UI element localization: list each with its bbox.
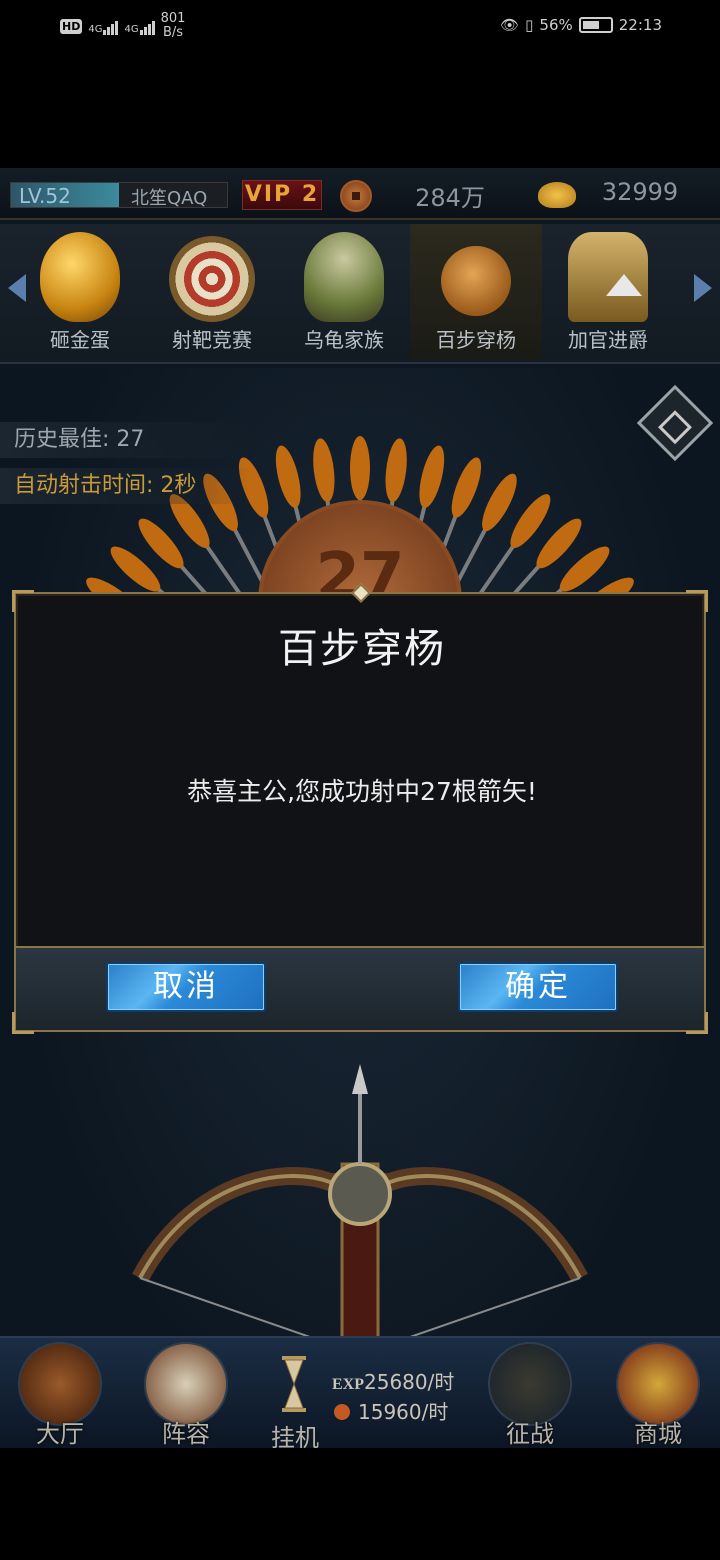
hd-icon: HD xyxy=(60,18,83,34)
level-box: LV.52 北笙QAQ xyxy=(10,182,228,209)
event-target-contest[interactable]: 射靶竞赛 xyxy=(146,224,278,360)
dialog-title: 百步穿杨 xyxy=(278,626,446,672)
coin-icon xyxy=(334,1404,350,1420)
player-bar: LV.52 北笙QAQ VIP 2 284万 32999 xyxy=(0,168,720,220)
status-right: 👁 ▯ 56% 22:13 xyxy=(500,16,662,34)
dialog-footer: 取消 确定 xyxy=(16,946,704,1030)
event-label: 百步穿杨 xyxy=(436,328,516,352)
nav-hall[interactable]: 大厅 xyxy=(8,1342,112,1448)
player-name: 北笙QAQ xyxy=(131,188,208,209)
status-left: HD 4G 4G 801 B/s xyxy=(60,12,185,40)
turtle-icon xyxy=(304,232,384,322)
nav-label: 大厅 xyxy=(36,1420,84,1448)
arrow-fletching xyxy=(451,457,482,518)
arrow-fletching xyxy=(313,438,335,502)
event-smash-egg[interactable]: 砸金蛋 xyxy=(14,224,146,360)
result-dialog: 百步穿杨 恭喜主公,您成功射中27根箭矢! 取消 确定 xyxy=(12,583,708,1034)
nav-label: 挂机 xyxy=(271,1424,319,1448)
carousel-right-icon[interactable] xyxy=(694,274,712,302)
vibrate-icon: ▯ xyxy=(525,16,534,34)
nav-label: 阵容 xyxy=(162,1420,210,1448)
gold-rate: 15960/时 xyxy=(334,1396,448,1425)
corner-ornament xyxy=(686,590,708,612)
event-promotion[interactable]: 加官进爵 xyxy=(542,224,674,360)
best-record: 历史最佳: 27 xyxy=(0,422,250,458)
event-label: 砸金蛋 xyxy=(50,328,110,352)
target-icon xyxy=(169,236,255,322)
gold-rate-value: 15960/时 xyxy=(358,1400,449,1424)
copper-amount: 284万 xyxy=(415,184,485,212)
event-carousel: 砸金蛋 射靶竞赛 乌龟家族 百步穿杨 加官进爵 xyxy=(0,224,720,364)
network-speed-value: 801 xyxy=(160,11,186,26)
nav-label: 商城 xyxy=(634,1420,682,1448)
signal-icon: 4G xyxy=(124,17,155,35)
corner-ornament xyxy=(12,590,34,612)
nav-label: 征战 xyxy=(506,1420,554,1448)
vip-badge[interactable]: VIP 2 xyxy=(242,180,322,210)
player-level: LV.52 xyxy=(19,184,71,208)
battery-percent: 56% xyxy=(539,16,573,34)
confirm-button[interactable]: 确定 xyxy=(458,962,618,1012)
nav-idle[interactable]: EXP25680/时 15960/时 挂机 xyxy=(270,1342,470,1448)
arrow-ball-icon xyxy=(441,246,511,316)
exp-rate-value: 25680/时 xyxy=(364,1370,455,1394)
nav-lineup[interactable]: 阵容 xyxy=(134,1342,238,1448)
network-speed-unit: B/s xyxy=(162,25,184,40)
hourglass-icon xyxy=(282,1356,306,1412)
dialog-message: 恭喜主公,您成功射中27根箭矢! xyxy=(187,777,537,806)
arrow-fletching xyxy=(482,473,517,532)
exp-rate: EXP25680/时 xyxy=(332,1366,454,1395)
golden-egg-icon xyxy=(40,232,120,322)
eye-icon: 👁 xyxy=(500,16,520,34)
event-label: 射靶竞赛 xyxy=(172,328,252,352)
event-turtle-family[interactable]: 乌龟家族 xyxy=(278,224,410,360)
bow-icon xyxy=(132,1064,588,1344)
up-arrow-icon xyxy=(606,274,642,296)
bottom-nav: 大厅 阵容 EXP25680/时 15960/时 挂机 征战 商城 xyxy=(0,1336,720,1448)
gold-amount: 32999 xyxy=(601,178,679,206)
status-bar: HD 4G 4G 801 B/s 👁 ▯ 56% 22:13 xyxy=(0,0,720,56)
exp-tag: EXP xyxy=(332,1376,364,1393)
auto-shoot-time: 自动射击时间: 2秒 xyxy=(0,468,250,504)
arrow-fletching xyxy=(275,445,301,508)
arrow-fletching xyxy=(385,438,407,502)
event-hundred-step[interactable]: 百步穿杨 xyxy=(410,224,542,360)
nav-battle[interactable]: 征战 xyxy=(478,1342,582,1448)
cancel-button[interactable]: 取消 xyxy=(106,962,266,1012)
network-type-label: 4G xyxy=(124,24,139,35)
network-speed: 801 B/s xyxy=(161,12,186,40)
nav-shop[interactable]: 商城 xyxy=(606,1342,710,1448)
event-label: 乌龟家族 xyxy=(304,328,384,352)
clock: 22:13 xyxy=(618,16,662,34)
arrow-fletching xyxy=(419,445,445,508)
arrow-fletching xyxy=(350,436,370,500)
copper-coin-icon xyxy=(340,180,372,212)
battery-icon xyxy=(578,17,613,33)
network-type-label: 4G xyxy=(88,24,103,35)
event-label: 加官进爵 xyxy=(568,328,648,352)
gold-ingot-icon xyxy=(538,182,576,208)
signal-icon: 4G xyxy=(88,17,119,35)
